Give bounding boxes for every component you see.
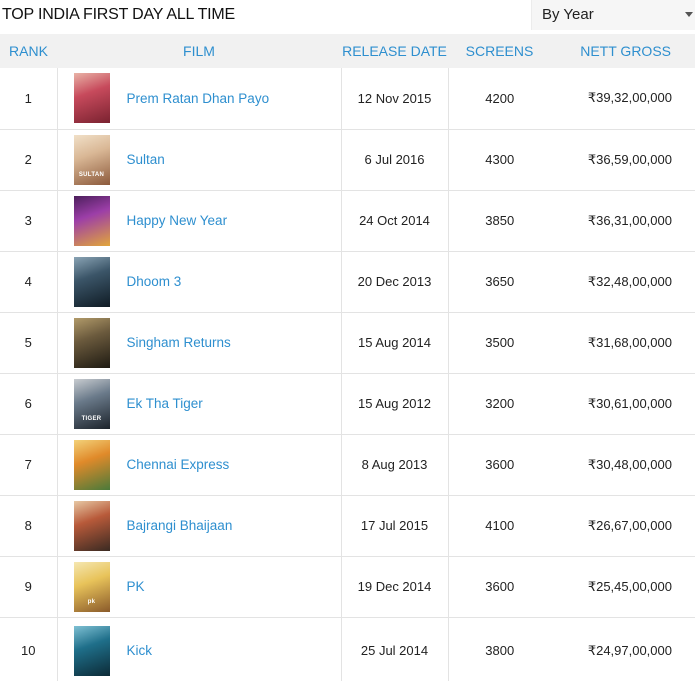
column-header-screens[interactable]: SCREENS [448, 34, 551, 68]
movie-poster-icon[interactable] [73, 500, 110, 551]
chevron-down-icon [685, 12, 693, 17]
release-date-cell: 20 Dec 2013 [341, 251, 449, 313]
column-header-release-date[interactable]: RELEASE DATE [341, 34, 448, 68]
period-filter-value: By Year [542, 6, 594, 23]
movie-poster-icon[interactable] [73, 317, 110, 368]
table-row: 1 Prem Ratan Dhan Payo 12 Nov 2015 4200 ₹39,… [0, 68, 695, 130]
table-row: 8 Bajrangi Bhaijaan 17 Jul 2015 4100 ₹26,67,… [0, 495, 695, 557]
rank-cell: 5 [0, 312, 57, 374]
nett-gross-cell: ₹24,97,00,000 [587, 642, 672, 658]
film-link[interactable]: Dhoom 3 [127, 274, 182, 289]
header-bar: TOP INDIA FIRST DAY ALL TIME By Year [0, 0, 695, 33]
movie-poster-icon[interactable]: SULTAN [73, 134, 110, 185]
nett-gross-cell: ₹31,68,00,000 [551, 312, 695, 374]
film-cell: Chennai Express [56, 434, 342, 496]
table-row: 2 SULTAN Sultan 6 Jul 2016 4300 ₹36,59,00,000 [0, 129, 695, 191]
film-link[interactable]: Kick [127, 643, 153, 658]
screens-cell: 3650 [448, 251, 551, 313]
table-row: 10 Kick 25 Jul 2014 3800 ₹24,97,00,000 [0, 617, 695, 681]
release-date-cell: 6 Jul 2016 [341, 129, 449, 191]
poster-title: SULTAN [78, 171, 105, 178]
screens-cell: 4300 [448, 129, 551, 191]
poster-title: TIGER [81, 415, 102, 422]
nett-gross-cell: ₹32,48,00,000 [551, 251, 695, 313]
rank-cell: 1 [0, 68, 57, 130]
screens-cell: 3600 [448, 556, 551, 618]
rank-cell: 4 [0, 251, 57, 313]
film-link[interactable]: PK [127, 579, 145, 594]
table-row: 7 Chennai Express 8 Aug 2013 3600 ₹30,48,00,… [0, 434, 695, 496]
movie-poster-icon[interactable]: pk [73, 561, 110, 612]
screens-cell: 3600 [448, 434, 551, 496]
nett-gross-cell: ₹30,48,00,000 [551, 434, 695, 496]
film-link[interactable]: Singham Returns [127, 335, 231, 350]
nett-gross-cell: ₹36,31,00,000 [551, 190, 695, 252]
film-link[interactable]: Ek Tha Tiger [127, 396, 203, 411]
release-date-cell: 17 Jul 2015 [341, 495, 449, 557]
film-link[interactable]: Chennai Express [127, 457, 230, 472]
table-row: 4 Dhoom 3 20 Dec 2013 3650 ₹32,48,00,000 [0, 251, 695, 313]
rank-cell: 8 [0, 495, 57, 557]
film-cell: Kick [56, 617, 342, 681]
page-title: TOP INDIA FIRST DAY ALL TIME [2, 6, 236, 23]
film-link[interactable]: Happy New Year [127, 213, 228, 228]
nett-gross-cell: ₹36,59,00,000 [551, 129, 695, 191]
screens-cell: 3200 [448, 373, 551, 435]
nett-gross-cell: ₹30,61,00,000 [551, 373, 695, 435]
film-link[interactable]: Prem Ratan Dhan Payo [127, 91, 270, 106]
table-row: 5 Singham Returns 15 Aug 2014 3500 ₹31,68,00… [0, 312, 695, 374]
movie-poster-icon[interactable]: TIGER [73, 378, 110, 429]
rank-cell: 9 [0, 556, 57, 618]
film-cell: SULTAN Sultan [56, 129, 342, 191]
table-row: 3 Happy New Year 24 Oct 2014 3850 ₹36,31,00,… [0, 190, 695, 252]
period-filter-select[interactable]: By Year [531, 0, 695, 30]
release-date-cell: 15 Aug 2014 [341, 312, 449, 374]
release-date-cell: 8 Aug 2013 [341, 434, 449, 496]
poster-title: pk [87, 598, 96, 605]
movie-poster-icon[interactable] [73, 195, 110, 246]
film-cell: Dhoom 3 [56, 251, 342, 313]
column-header-nett-gross[interactable]: NETT GROSS [551, 34, 695, 68]
film-link[interactable]: Sultan [127, 152, 165, 167]
movie-poster-icon[interactable] [73, 256, 110, 307]
column-header-rank[interactable]: RANK [0, 34, 57, 68]
film-cell: Singham Returns [56, 312, 342, 374]
release-date-cell: 12 Nov 2015 [341, 68, 449, 130]
rank-cell: 3 [0, 190, 57, 252]
film-link[interactable]: Bajrangi Bhaijaan [127, 518, 233, 533]
rank-cell: 7 [0, 434, 57, 496]
movie-poster-icon[interactable] [73, 439, 110, 490]
release-date-cell: 19 Dec 2014 [341, 556, 449, 618]
rank-cell: 2 [0, 129, 57, 191]
screens-cell: 4200 [448, 68, 551, 130]
box-office-table: RANK FILM RELEASE DATE SCREENS NETT GROS… [0, 34, 695, 681]
table-header-row: RANK FILM RELEASE DATE SCREENS NETT GROS… [0, 34, 695, 68]
film-cell: TIGER Ek Tha Tiger [56, 373, 342, 435]
table-row: 9 pk PK 19 Dec 2014 3600 ₹25,45,00,000 [0, 556, 695, 618]
nett-gross-cell: ₹25,45,00,000 [551, 556, 695, 618]
film-cell: pk PK [56, 556, 342, 618]
nett-gross-cell: ₹26,67,00,000 [551, 495, 695, 557]
film-cell: Happy New Year [56, 190, 342, 252]
release-date-cell: 25 Jul 2014 [341, 617, 449, 681]
table-row: 6 TIGER Ek Tha Tiger 15 Aug 2012 3200 ₹30,61,… [0, 373, 695, 435]
release-date-cell: 24 Oct 2014 [341, 190, 449, 252]
rank-cell: 6 [0, 373, 57, 435]
screens-cell: 4100 [448, 495, 551, 557]
screens-cell: 3500 [448, 312, 551, 374]
movie-poster-icon[interactable] [73, 73, 110, 124]
rank-cell: 10 [21, 643, 36, 659]
nett-gross-cell: ₹39,32,00,000 [551, 68, 695, 130]
film-cell: Prem Ratan Dhan Payo [56, 68, 342, 130]
screens-cell: 3800 [485, 643, 515, 659]
release-date-cell: 15 Aug 2012 [341, 373, 449, 435]
screens-cell: 3850 [448, 190, 551, 252]
film-cell: Bajrangi Bhaijaan [56, 495, 342, 557]
column-header-film[interactable]: FILM [57, 34, 341, 68]
movie-poster-icon[interactable] [73, 625, 110, 676]
